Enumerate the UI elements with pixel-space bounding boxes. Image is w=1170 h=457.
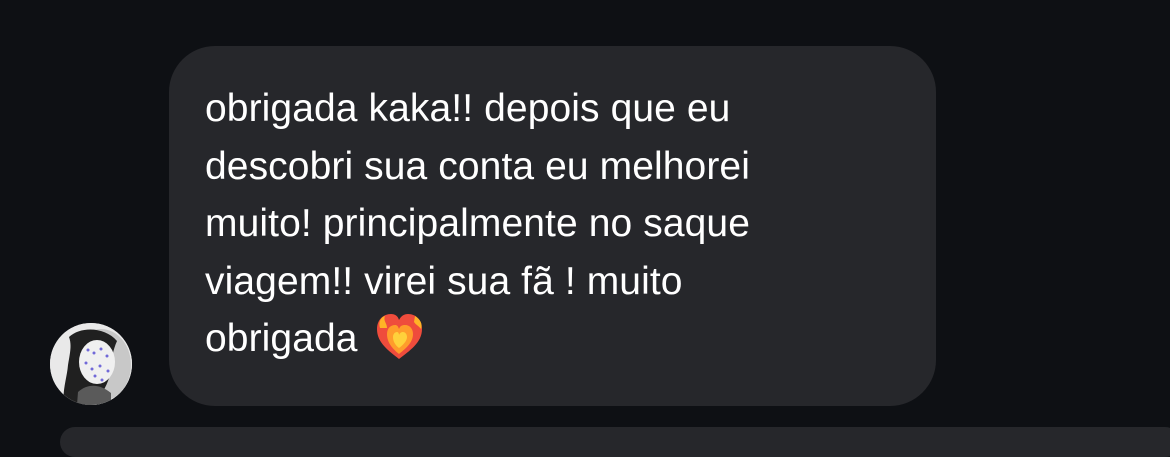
message-line: viagem!! virei sua fã ! muito [205, 259, 683, 303]
next-message-bubble[interactable] [60, 427, 1170, 457]
profile-photo-icon [50, 323, 132, 405]
heart-on-fire-icon [372, 311, 426, 361]
message-line: descobri sua conta eu melhorei [205, 144, 750, 188]
message-line-text: obrigada [205, 317, 358, 360]
message-bubble[interactable]: obrigada kaka!! depois que eu descobri s… [169, 46, 936, 406]
chat-thread: obrigada kaka!! depois que eu descobri s… [0, 0, 1170, 457]
message-line-final: obrigada [205, 310, 925, 368]
avatar[interactable] [50, 323, 132, 405]
message-line: muito! principalmente no saque [205, 202, 750, 245]
message-text: obrigada kaka!! depois que eu descobri s… [205, 80, 925, 368]
message-line: obrigada kaka!! depois que eu [205, 87, 731, 130]
